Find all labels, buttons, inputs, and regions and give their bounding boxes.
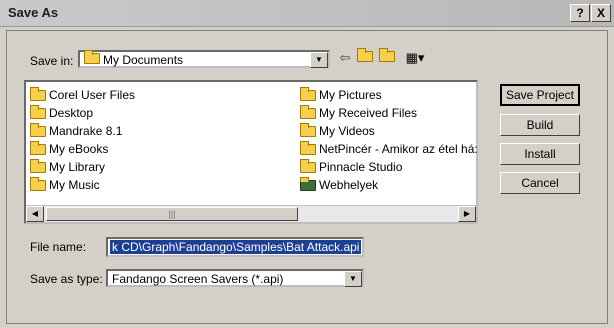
close-button[interactable]: X [591, 4, 611, 22]
folder-up-shape [357, 48, 373, 62]
folder-icon [300, 104, 316, 119]
new-folder-icon[interactable] [378, 48, 396, 66]
file-column-right: My Pictures My Received Files My Videos … [300, 86, 478, 194]
window-title: Save As [8, 5, 59, 20]
folder-icon [30, 86, 46, 101]
build-button[interactable]: Build [500, 114, 580, 136]
horizontal-scrollbar[interactable]: ◀ ||| ▶ [26, 205, 476, 222]
folder-icon [84, 50, 100, 64]
folder-new-shape [379, 48, 395, 62]
cancel-button[interactable]: Cancel [500, 172, 580, 194]
scroll-thumb[interactable]: ||| [46, 207, 298, 221]
folder-icon [30, 140, 46, 155]
folder-icon [30, 158, 46, 173]
file-column-left: Corel User Files Desktop Mandrake 8.1 My… [30, 86, 135, 194]
file-list[interactable]: Corel User Files Desktop Mandrake 8.1 My… [24, 80, 478, 224]
file-name-label: File name: [30, 240, 87, 254]
save-in-value: My Documents [84, 50, 183, 67]
save-as-type-value: Fandango Screen Savers (*.api) [112, 272, 284, 286]
title-bar: Save As ? X [0, 0, 614, 27]
folder-icon [300, 158, 316, 173]
list-item[interactable]: Corel User Files [30, 86, 135, 104]
save-in-combo[interactable]: My Documents ▼ [78, 50, 330, 68]
scroll-right-icon[interactable]: ▶ [458, 206, 476, 222]
globe-folder-icon [300, 176, 316, 191]
music-folder-icon [30, 176, 46, 191]
save-project-button[interactable]: Save Project [500, 84, 580, 106]
list-item[interactable]: My Library [30, 158, 135, 176]
folder-icon [30, 122, 46, 137]
list-item[interactable]: My Music [30, 176, 135, 194]
pictures-folder-icon [300, 86, 316, 101]
list-item[interactable]: Desktop [30, 104, 135, 122]
file-name-value: k CD\Graph\Fandango\Samples\Bat Attack.a… [110, 240, 362, 254]
save-in-label: Save in: [30, 54, 74, 68]
list-item[interactable]: My Pictures [300, 86, 478, 104]
list-item[interactable]: My Videos [300, 122, 478, 140]
up-folder-icon[interactable] [356, 48, 374, 66]
chevron-down-icon[interactable]: ▼ [344, 271, 362, 287]
list-item[interactable]: Webhelyek [300, 176, 478, 194]
videos-folder-icon [300, 122, 316, 137]
chevron-down-icon[interactable]: ▼ [310, 52, 328, 68]
folder-icon [300, 140, 316, 155]
install-button[interactable]: Install [500, 143, 580, 165]
save-as-type-label: Save as type: [30, 272, 103, 286]
scroll-left-icon[interactable]: ◀ [26, 206, 44, 222]
save-as-type-combo[interactable]: Fandango Screen Savers (*.api) ▼ [106, 269, 364, 287]
list-item[interactable]: Mandrake 8.1 [30, 122, 135, 140]
view-menu-icon[interactable]: ▦▾ [402, 50, 428, 66]
list-item[interactable]: My eBooks [30, 140, 135, 158]
help-button[interactable]: ? [570, 4, 590, 22]
back-arrow-icon[interactable]: ⇦ [336, 50, 354, 66]
folder-icon [30, 104, 46, 119]
list-item[interactable]: Pinnacle Studio [300, 158, 478, 176]
list-item[interactable]: NetPincér - Amikor az étel há: [300, 140, 478, 158]
file-name-field[interactable]: k CD\Graph\Fandango\Samples\Bat Attack.a… [106, 237, 364, 257]
list-item[interactable]: My Received Files [300, 104, 478, 122]
